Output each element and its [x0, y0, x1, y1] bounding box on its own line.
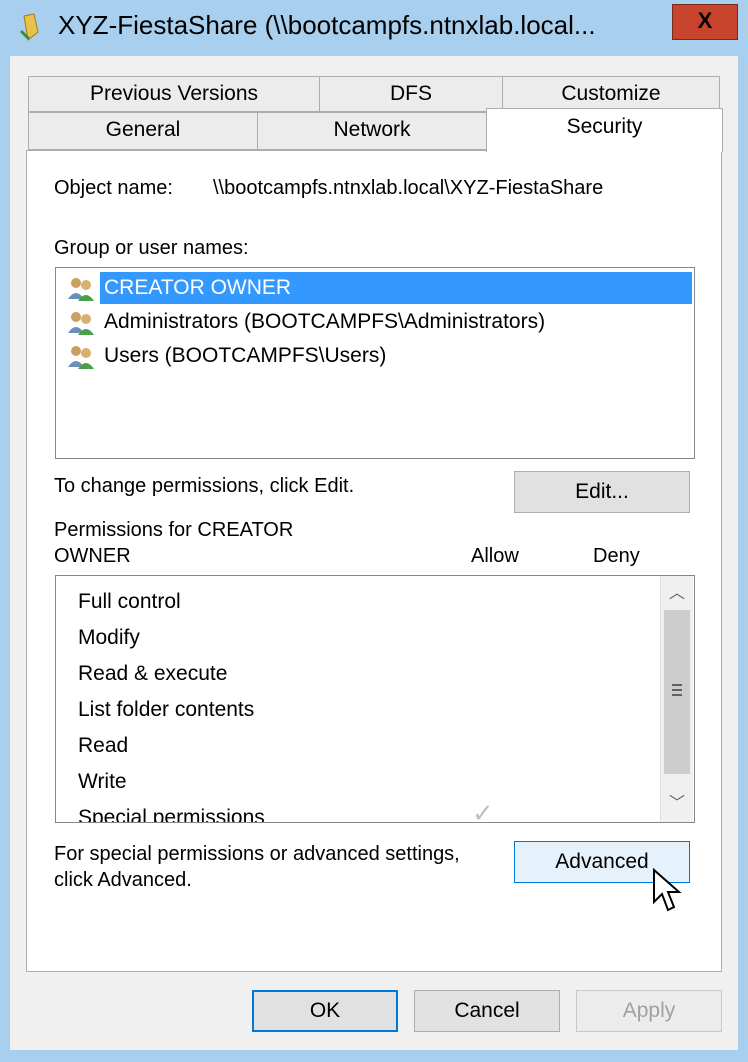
permissions-for-label-line2: OWNER — [54, 545, 131, 567]
shared-folder-icon — [20, 13, 39, 41]
tab-security[interactable]: Security — [486, 108, 723, 152]
tab-previous-versions[interactable]: Previous Versions — [28, 76, 320, 112]
grip-icon — [672, 689, 682, 691]
title-bar[interactable]: XYZ-FiestaShare (\\bootcampfs.ntnxlab.lo… — [0, 0, 748, 56]
users-group-icon — [68, 346, 94, 369]
scroll-up-icon[interactable]: ︿ — [663, 580, 691, 608]
permissions-for-label: Permissions for CREATOR — [54, 519, 294, 541]
object-name-label: Object name: — [54, 177, 173, 199]
advanced-hint: For special permissions or advanced sett… — [54, 843, 460, 865]
mouse-cursor-icon — [653, 868, 682, 912]
object-name-value: \\bootcampfs.ntnxlab.local\XYZ-FiestaSha… — [213, 177, 604, 199]
cancel-button[interactable]: Cancel — [414, 990, 560, 1032]
permission-row: Special permissions — [78, 806, 265, 823]
users-group-icon — [68, 278, 94, 301]
change-permissions-hint: To change permissions, click Edit. — [54, 475, 355, 497]
user-name: CREATOR OWNER — [100, 272, 692, 304]
close-icon: X — [697, 8, 713, 33]
group-user-list[interactable]: CREATOR OWNER Administrators (BOOTCAMPFS… — [55, 267, 695, 459]
user-list-item[interactable]: Users (BOOTCAMPFS\Users) — [66, 340, 692, 372]
tab-general[interactable]: General — [28, 112, 258, 150]
properties-window: XYZ-FiestaShare (\\bootcampfs.ntnxlab.lo… — [0, 0, 748, 1062]
permission-row: Read — [78, 734, 129, 757]
tab-network[interactable]: Network — [257, 112, 487, 150]
apply-button[interactable]: Apply — [576, 990, 722, 1032]
permission-row: Modify — [78, 626, 140, 649]
permission-row: List folder contents — [78, 698, 255, 721]
user-list-item[interactable]: CREATOR OWNER — [66, 272, 692, 304]
tab-customize[interactable]: Customize — [502, 76, 720, 112]
security-panel: Object name: \\bootcampfs.ntnxlab.local\… — [26, 150, 722, 972]
window-title: XYZ-FiestaShare (\\bootcampfs.ntnxlab.lo… — [58, 10, 596, 40]
group-names-label: Group or user names: — [54, 237, 249, 259]
allow-column-header: Allow — [471, 545, 519, 567]
dialog-client: Previous Versions DFS Customize General … — [10, 56, 738, 1050]
users-group-icon — [68, 312, 94, 335]
grip-icon — [672, 694, 682, 696]
deny-column-header: Deny — [593, 545, 640, 567]
permissions-list[interactable]: Full control Modify Read & execute List … — [55, 575, 695, 823]
advanced-hint-line2: click Advanced. — [54, 869, 192, 891]
edit-button[interactable]: Edit... — [514, 471, 690, 513]
ok-button[interactable]: OK — [252, 990, 398, 1032]
close-button[interactable]: X — [672, 4, 738, 40]
permissions-scrollbar[interactable]: ︿ ﹀ — [660, 576, 693, 822]
user-name: Administrators (BOOTCAMPFS\Administrator… — [104, 310, 546, 333]
scroll-down-icon[interactable]: ﹀ — [663, 790, 691, 818]
grip-icon — [672, 684, 682, 686]
user-name: Users (BOOTCAMPFS\Users) — [104, 344, 387, 367]
allow-check-icon: ✓ — [472, 798, 494, 823]
scroll-thumb[interactable] — [664, 610, 690, 774]
user-list-item[interactable]: Administrators (BOOTCAMPFS\Administrator… — [66, 306, 692, 338]
tab-dfs[interactable]: DFS — [319, 76, 503, 112]
permission-row: Write — [78, 770, 127, 793]
permission-row: Full control — [78, 590, 181, 613]
permission-row: Read & execute — [78, 662, 228, 685]
